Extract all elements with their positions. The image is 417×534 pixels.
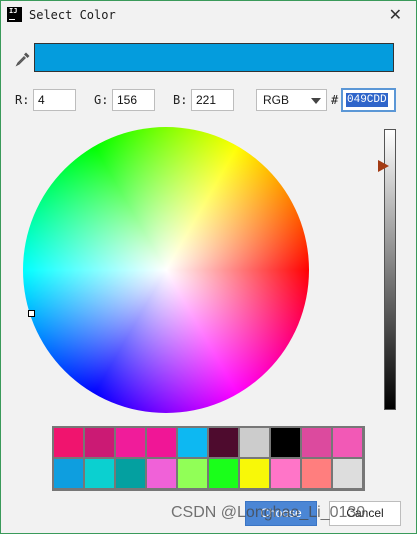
color-swatch[interactable]	[85, 459, 114, 488]
color-swatch[interactable]	[302, 459, 331, 488]
recent-colors-palette	[52, 426, 365, 491]
watermark: CSDN @Longhao_Li_0130	[171, 504, 366, 521]
title-bar[interactable]: IJ Select Color ✕	[1, 1, 416, 31]
brightness-slider-thumb[interactable]	[378, 159, 389, 172]
color-swatch[interactable]	[333, 459, 362, 488]
color-swatch[interactable]	[54, 459, 83, 488]
color-swatch[interactable]	[54, 428, 83, 457]
color-swatch[interactable]	[178, 459, 207, 488]
r-field[interactable]	[33, 89, 76, 111]
g-field[interactable]	[112, 89, 155, 111]
color-swatch[interactable]	[333, 428, 362, 457]
color-swatch[interactable]	[178, 428, 207, 457]
color-mode-dropdown[interactable]: RGB	[256, 89, 327, 111]
color-preview	[34, 43, 394, 72]
hex-field[interactable]: 049CDD	[341, 88, 396, 112]
color-swatch[interactable]	[116, 459, 145, 488]
color-swatch[interactable]	[240, 459, 269, 488]
b-label: B:	[173, 93, 188, 107]
color-swatch[interactable]	[209, 428, 238, 457]
g-label: G:	[94, 93, 109, 107]
hex-value: 049CDD	[346, 93, 388, 107]
b-field[interactable]	[191, 89, 234, 111]
color-wheel[interactable]	[23, 127, 309, 413]
color-swatch[interactable]	[147, 428, 176, 457]
color-swatch[interactable]	[209, 459, 238, 488]
color-swatch[interactable]	[116, 428, 145, 457]
color-swatch[interactable]	[271, 459, 300, 488]
color-swatch[interactable]	[271, 428, 300, 457]
color-swatch[interactable]	[302, 428, 331, 457]
close-icon[interactable]: ✕	[389, 5, 402, 24]
color-mode-value: RGB	[263, 93, 290, 107]
color-picker-dialog: IJ Select Color ✕ R: G: B: RGB # 049CDD …	[0, 0, 417, 534]
dialog-title: Select Color	[29, 8, 116, 22]
color-swatch[interactable]	[85, 428, 114, 457]
chevron-down-icon	[311, 98, 321, 104]
color-wheel-handle[interactable]	[28, 310, 35, 317]
color-swatch[interactable]	[240, 428, 269, 457]
eyedropper-icon[interactable]	[15, 51, 31, 67]
hex-label: #	[331, 93, 339, 107]
r-label: R:	[15, 93, 30, 107]
color-swatch[interactable]	[147, 459, 176, 488]
intellij-icon: IJ	[7, 7, 22, 22]
